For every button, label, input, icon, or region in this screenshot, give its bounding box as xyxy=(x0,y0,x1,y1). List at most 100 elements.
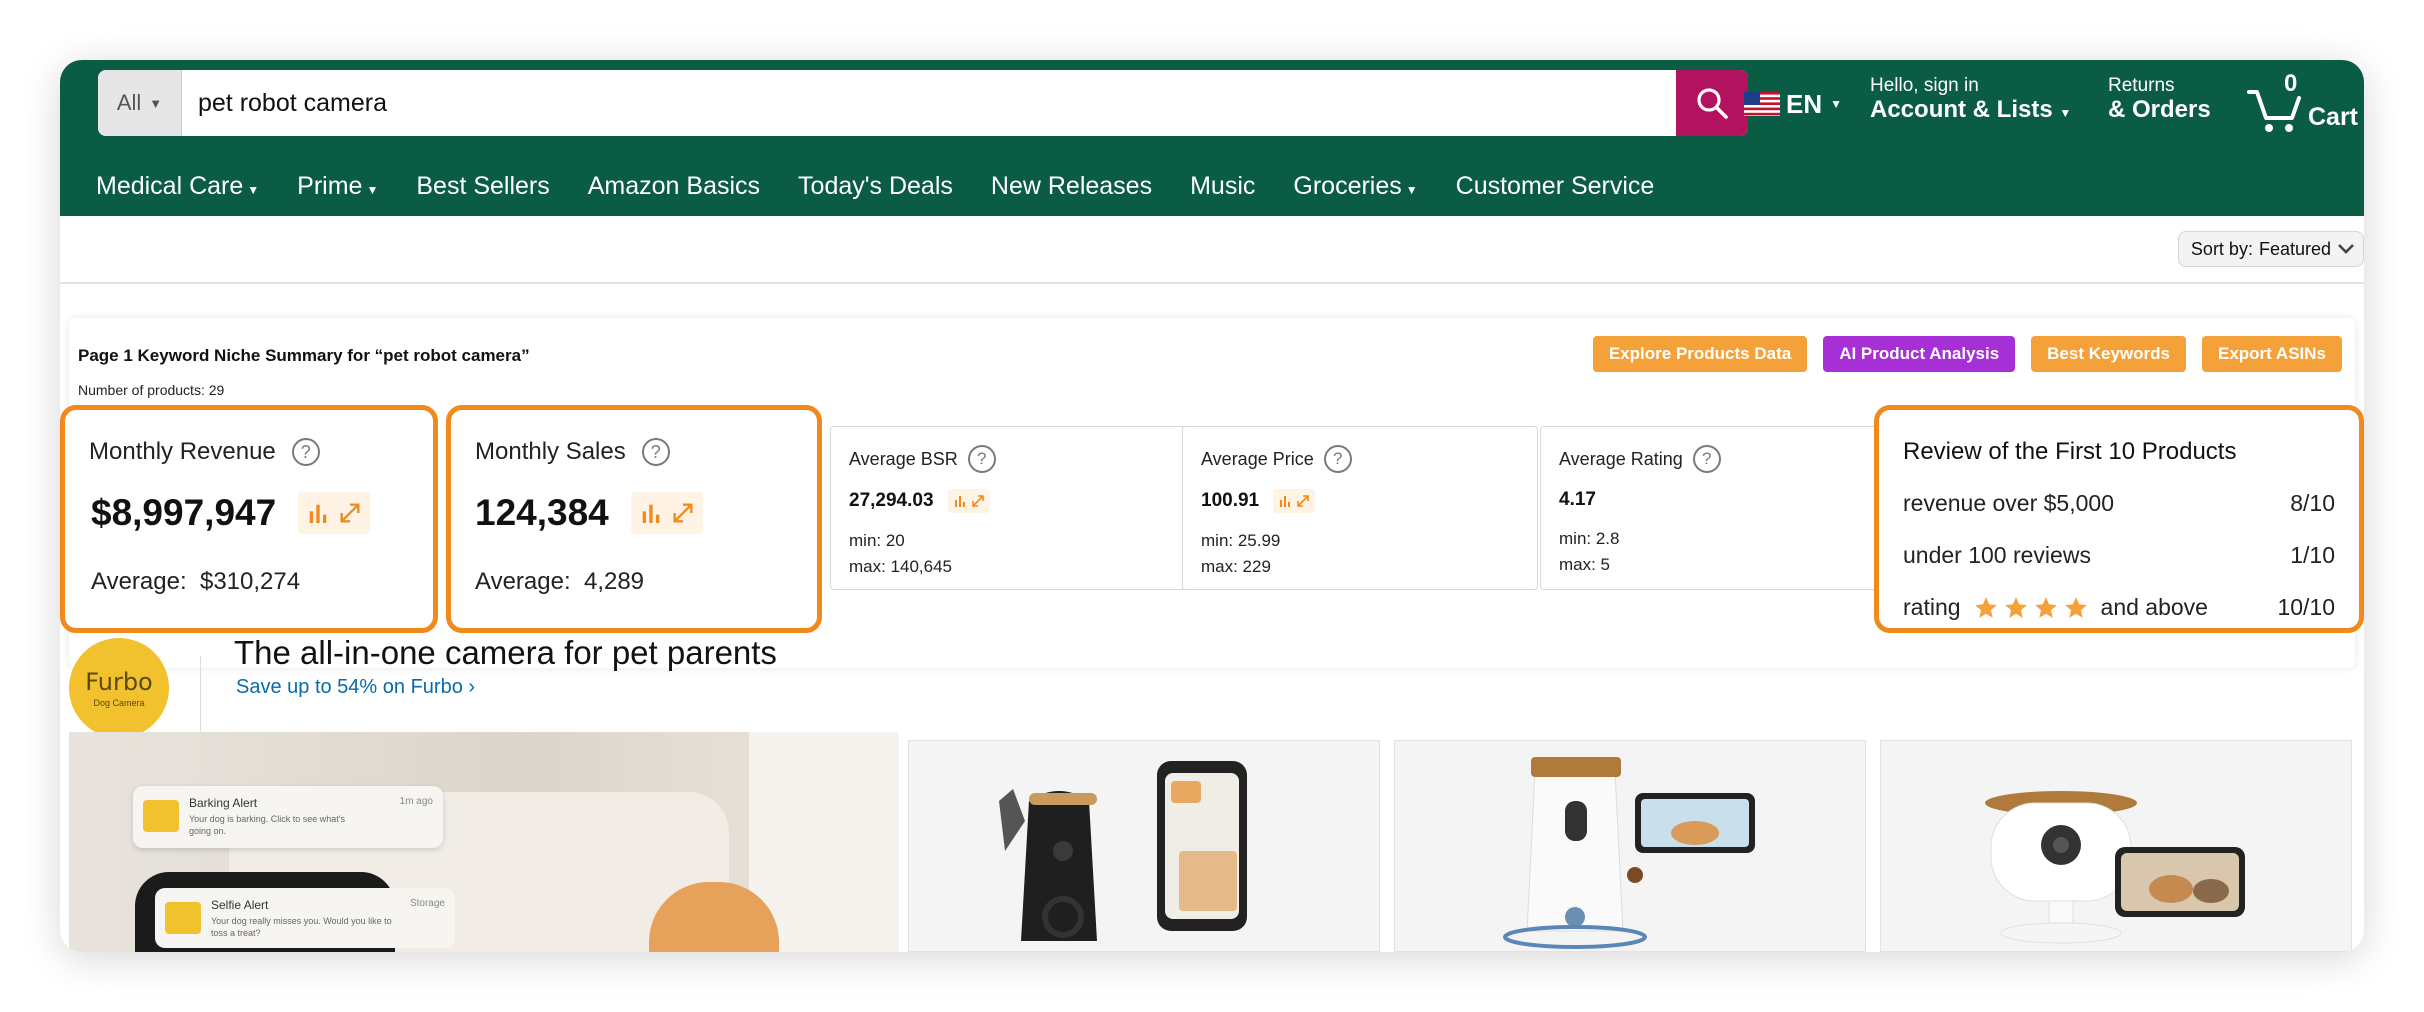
bar-chart-icon xyxy=(954,496,965,507)
account-lists-label: Account & Lists xyxy=(1870,95,2053,123)
average-price-card: Average Price? 100.91 min: 25.99 max: 22… xyxy=(1182,426,1538,590)
monthly-sales-label: Monthly Sales xyxy=(475,438,626,465)
star-icon xyxy=(1974,596,1997,618)
furbo-logo[interactable]: Furbo Dog Camera xyxy=(69,638,169,738)
bar-chart-icon xyxy=(1280,496,1291,507)
alert-text: Your dog is barking. Click to see what's… xyxy=(189,814,345,836)
monthly-sales-average: 4,289 xyxy=(583,568,645,595)
niche-summary-title: Page 1 Keyword Niche Summary for “pet ro… xyxy=(78,346,530,365)
banner-divider xyxy=(200,656,201,732)
rating-stars xyxy=(1973,595,2089,621)
product-tile[interactable] xyxy=(1880,740,2352,952)
search-category-label: All xyxy=(116,90,142,115)
help-icon[interactable]: ? xyxy=(291,438,320,466)
export-asins-button[interactable]: Export ASINs xyxy=(2201,336,2342,372)
help-icon[interactable]: ? xyxy=(1692,445,1721,473)
search-bar: All ▼ xyxy=(98,70,1748,136)
expand-icon xyxy=(971,495,984,507)
nav-item-customer-service[interactable]: Customer Service xyxy=(1456,172,1655,201)
language-selector[interactable]: EN ▼ xyxy=(1744,84,1842,124)
nav-item-prime[interactable]: Prime ▼ xyxy=(297,172,378,201)
product-image xyxy=(1985,791,2245,944)
furbo-logo-text: Furbo xyxy=(85,668,153,696)
star-icon xyxy=(2034,596,2057,618)
help-icon[interactable]: ? xyxy=(967,445,996,473)
banner-headline: The all-in-one camera for pet parents xyxy=(234,634,777,671)
trend-chip[interactable] xyxy=(947,489,990,513)
bar-chart-icon xyxy=(309,504,327,523)
product-tile[interactable] xyxy=(908,740,1380,952)
chevron-down-icon: ▼ xyxy=(247,182,260,197)
best-keywords-button[interactable]: Best Keywords xyxy=(2031,336,2186,372)
sponsored-hero-image[interactable]: Barking Alert 1m ago Your dog is barking… xyxy=(69,732,899,952)
star-icon xyxy=(2004,596,2027,618)
average-bsr-value: 27,294.03 xyxy=(849,490,934,511)
furbo-badge xyxy=(165,902,201,934)
average-price-min: min: 25.99 xyxy=(1201,531,1281,550)
average-rating-value: 4.17 xyxy=(1559,489,1596,510)
product-tile[interactable] xyxy=(1394,740,1866,952)
average-price-value: 100.91 xyxy=(1201,490,1260,511)
trend-chip[interactable] xyxy=(298,492,371,534)
alert-title: Selfie Alert xyxy=(211,898,269,912)
furbo-badge xyxy=(143,800,179,832)
search-button[interactable] xyxy=(1676,70,1748,136)
sort-value: Featured xyxy=(2258,238,2331,259)
review-row-value: 1/10 xyxy=(2290,542,2335,568)
nav-item-music[interactable]: Music xyxy=(1190,172,1255,201)
account-greeting: Hello, sign in xyxy=(1870,75,1979,96)
average-rating-max: max: 5 xyxy=(1559,555,1611,574)
chevron-down-icon: ▼ xyxy=(149,95,163,111)
trend-chip[interactable] xyxy=(1273,489,1316,513)
top-header: All ▼ EN ▼ xyxy=(60,60,2364,156)
chevron-down-icon: ▼ xyxy=(1405,182,1418,197)
review-row-revenue: revenue over $5,000 8/10 xyxy=(1903,490,2335,516)
search-input[interactable] xyxy=(182,70,1676,136)
product-count: Number of products: 29 xyxy=(78,382,225,398)
star-icon xyxy=(2064,596,2087,618)
monthly-sales-value: 124,384 xyxy=(475,492,609,533)
nav-item-medical-care[interactable]: Medical Care ▼ xyxy=(96,172,259,201)
product-image xyxy=(1503,757,1755,949)
help-icon[interactable]: ? xyxy=(641,438,670,466)
category-nav: Medical Care ▼ Prime ▼ Best Sellers Amazon… xyxy=(60,156,2364,216)
account-menu[interactable]: Hello, sign in Account & Lists ▼ xyxy=(1870,75,2071,123)
monthly-revenue-average: $310,274 xyxy=(199,568,301,595)
review-row-value: 10/10 xyxy=(2277,594,2335,620)
chevron-down-icon: ▼ xyxy=(366,182,379,197)
help-icon[interactable]: ? xyxy=(1323,445,1352,473)
results-toolbar: Sort by: Featured xyxy=(60,216,2364,284)
nav-item-groceries[interactable]: Groceries ▼ xyxy=(1293,172,1417,201)
average-bsr-card: Average BSR? 27,294.03 min: 20 max: 140,… xyxy=(830,426,1186,590)
bar-chart-icon xyxy=(642,504,660,523)
returns-label: Returns xyxy=(2108,75,2175,96)
nav-item-todays-deals[interactable]: Today's Deals xyxy=(798,172,953,201)
cart-count: 0 xyxy=(2284,70,2298,97)
sort-dropdown[interactable]: Sort by: Featured xyxy=(2177,231,2364,267)
alert-time: Storage xyxy=(409,898,445,909)
nav-item-new-releases[interactable]: New Releases xyxy=(991,172,1152,201)
average-rating-min: min: 2.8 xyxy=(1559,529,1620,548)
average-bsr-label: Average BSR xyxy=(849,448,958,469)
average-price-label: Average Price xyxy=(1201,448,1314,469)
ai-product-analysis-button[interactable]: AI Product Analysis xyxy=(1823,336,2016,372)
furbo-logo-subtext: Dog Camera xyxy=(93,698,145,708)
nav-item-best-sellers[interactable]: Best Sellers xyxy=(416,172,549,201)
cart-button[interactable]: 0 Cart xyxy=(2246,70,2358,134)
average-bsr-max: max: 140,645 xyxy=(849,557,953,576)
nav-item-amazon-basics[interactable]: Amazon Basics xyxy=(588,172,760,201)
chevron-down-icon: ▼ xyxy=(1830,97,1843,111)
us-flag-icon xyxy=(1744,92,1780,116)
monthly-sales-card: Monthly Sales? 124,384 Average: 4,289 xyxy=(446,405,822,633)
alert-time: 1m ago xyxy=(399,796,433,807)
banner-link[interactable]: Save up to 54% on Furbo › xyxy=(236,676,475,699)
average-label: Average: xyxy=(91,568,187,595)
average-price-max: max: 229 xyxy=(1201,557,1271,576)
search-category-dropdown[interactable]: All ▼ xyxy=(98,70,182,136)
explore-products-data-button[interactable]: Explore Products Data xyxy=(1592,336,1808,372)
sort-label: Sort by: xyxy=(2190,238,2253,259)
returns-orders-link[interactable]: Returns & Orders xyxy=(2108,75,2211,123)
language-label: EN xyxy=(1786,88,1823,119)
trend-chip[interactable] xyxy=(630,492,703,534)
average-label: Average: xyxy=(475,568,571,595)
